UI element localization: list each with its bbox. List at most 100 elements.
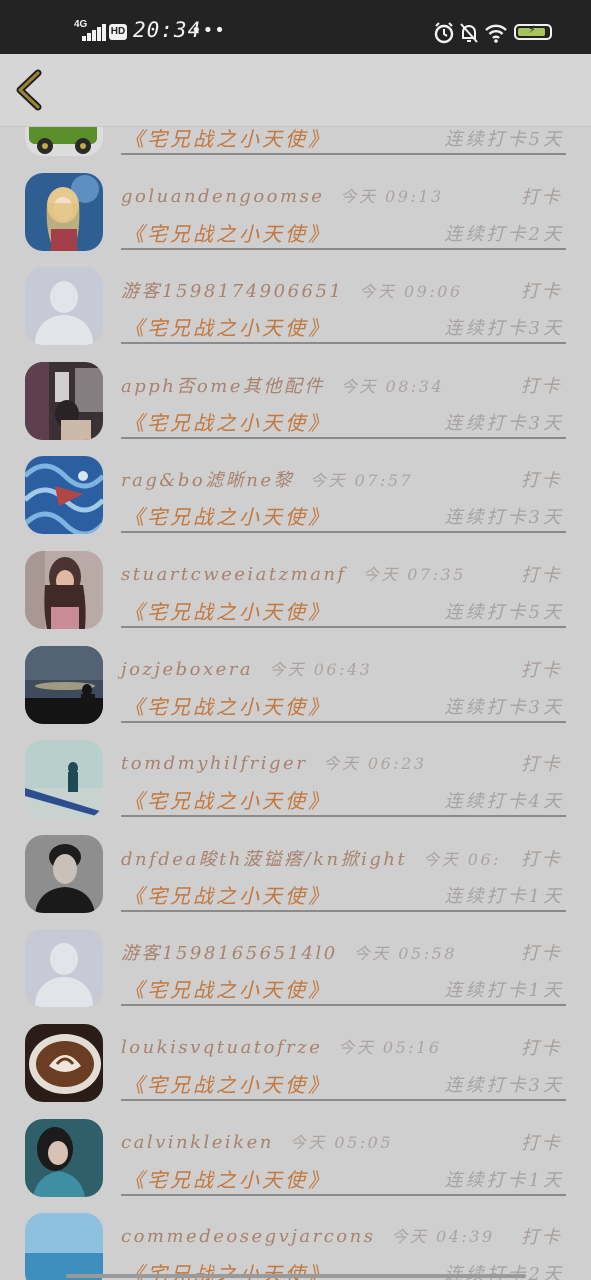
checkin-detail: 《宅兄战之小天使》 连续打卡3天 (121, 405, 566, 439)
network-type: 4G (74, 19, 88, 30)
checkin-time: 今天 07:35 (362, 565, 466, 584)
list-item[interactable]: calvinkleiken 今天 05:05 打卡 《宅兄战之小天使》 连续打卡1… (0, 1109, 591, 1204)
checkin-action: 打卡 (521, 470, 562, 492)
avatar[interactable] (25, 1024, 103, 1102)
avatar[interactable] (25, 1213, 103, 1280)
username[interactable]: calvinkleiken (121, 1132, 274, 1153)
streak-text: 连续打卡1天 (444, 980, 564, 1002)
username[interactable]: commedeosegvjarcons (121, 1226, 375, 1247)
checkin-time: 今天 09:06 (359, 282, 463, 302)
username[interactable]: jozjeboxera (121, 659, 253, 680)
list-item[interactable]: tomdmyhilfriger 今天 06:23 打卡 《宅兄战之小天使》 连续打… (0, 730, 591, 825)
book-title[interactable]: 《宅兄战之小天使》 (124, 407, 331, 436)
checkin-meta: goluandengoomse 今天 09:13 打卡 (121, 183, 566, 211)
book-title[interactable]: 《宅兄战之小天使》 (124, 312, 331, 341)
avatar[interactable] (25, 740, 103, 819)
checkin-meta: apph否ome其他配件 今天 08:34 打卡 (121, 372, 566, 400)
book-title[interactable]: 《宅兄战之小天使》 (124, 1164, 331, 1193)
username[interactable]: tomdmyhilfriger (121, 753, 307, 774)
streak-text: 连续打卡2天 (444, 223, 564, 245)
book-title[interactable]: 《宅兄战之小天使》 (124, 596, 331, 625)
checkin-time: 今天 05:05 (289, 1132, 394, 1152)
checkin-detail: 《宅兄战之小天使》 连续打卡5天 (121, 594, 566, 628)
top-bar (0, 54, 591, 127)
list-item[interactable]: rag&bo滤晰ne黎 今天 07:57 打卡 《宅兄战之小天使》 连续打卡3天 (0, 446, 591, 541)
checkin-detail: 《宅兄战之小天使》 连续打卡3天 (121, 310, 566, 345)
username[interactable]: goluandengoomse (121, 186, 324, 207)
avatar[interactable] (25, 126, 103, 156)
back-button[interactable] (10, 68, 54, 112)
woman-teal-image (25, 1118, 103, 1197)
username[interactable]: 游客1598174906651 (121, 281, 343, 302)
bell-off-icon (460, 23, 478, 43)
username[interactable]: loukisvqtuatofrze (121, 1037, 322, 1058)
list-item[interactable]: 《宅兄战之小天使》 连续打卡5天 (0, 126, 591, 163)
list-item[interactable]: commedeosegvjarcons 今天 04:39 打卡 《宅兄战之小天使》… (0, 1203, 591, 1280)
girl-portrait-image (25, 551, 103, 629)
book-title[interactable]: 《宅兄战之小天使》 (124, 218, 331, 247)
chevron-left-icon (16, 69, 42, 111)
streak-text: 连续打卡1天 (444, 1169, 564, 1191)
avatar[interactable] (25, 834, 103, 913)
anime-girl-image (25, 172, 103, 251)
book-title[interactable]: 《宅兄战之小天使》 (124, 501, 331, 530)
book-title[interactable]: 《宅兄战之小天使》 (124, 785, 331, 814)
avatar[interactable] (25, 361, 103, 440)
avatar[interactable] (25, 1118, 103, 1197)
avatar[interactable] (25, 645, 103, 724)
blue-pattern-image (25, 456, 103, 535)
checkin-list[interactable]: 《宅兄战之小天使》 连续打卡5天 goluandengoomse 今天 09:13… (0, 126, 591, 1280)
streak-text: 连续打卡3天 (444, 507, 564, 529)
checkin-meta: stuartcweeiatzmanf 今天 07:35 打卡 (121, 561, 566, 589)
toy-car-image (25, 126, 103, 156)
street-photo-image (25, 361, 103, 440)
checkin-time: 今天 06:43 (269, 659, 373, 679)
avatar[interactable] (25, 172, 103, 251)
list-item[interactable]: dnfdea睃th菠镒瘩/kn掀ight 今天 06: 打卡 《宅兄战之小天使》 … (0, 825, 591, 920)
avatar[interactable] (25, 456, 103, 535)
avatar[interactable] (25, 551, 103, 629)
username[interactable]: apph否ome其他配件 (121, 376, 325, 397)
username[interactable]: rag&bo滤晰ne黎 (121, 470, 294, 491)
checkin-time: 今天 09:13 (340, 186, 444, 206)
checkin-detail: 《宅兄战之小天使》 连续打卡1天 (121, 878, 566, 912)
list-item[interactable]: apph否ome其他配件 今天 08:34 打卡 《宅兄战之小天使》 连续打卡3天 (0, 352, 591, 447)
checkin-time: 今天 05:58 (353, 944, 457, 964)
checkin-action: 打卡 (521, 186, 562, 208)
checkin-meta: tomdmyhilfriger 今天 06:23 打卡 (121, 750, 566, 778)
checkin-meta: dnfdea睃th菠镒瘩/kn掀ight 今天 06: 打卡 (121, 845, 566, 873)
checkin-detail: 《宅兄战之小天使》 连续打卡2天 (121, 216, 566, 250)
book-title[interactable]: 《宅兄战之小天使》 (124, 880, 331, 909)
home-indicator[interactable] (66, 1274, 526, 1278)
username[interactable]: 游客15981656514l0 (121, 943, 338, 964)
checkin-time: 今天 04:39 (391, 1227, 495, 1247)
checkin-meta: 游客15981656514l0 今天 05:58 打卡 (121, 939, 566, 967)
checkin-time: 今天 08:34 (340, 376, 445, 396)
list-item[interactable]: jozjeboxera 今天 06:43 打卡 《宅兄战之小天使》 连续打卡3天 (0, 636, 591, 731)
checkin-action: 打卡 (521, 281, 562, 303)
checkin-action: 打卡 (521, 848, 562, 870)
checkin-time: 今天 05:16 (338, 1038, 442, 1057)
book-title[interactable]: 《宅兄战之小天使》 (124, 974, 331, 1003)
hd-badge: HD (109, 24, 127, 40)
more-notifications-icon: ••• (191, 20, 226, 41)
list-item[interactable]: 游客1598174906651 今天 09:06 打卡 《宅兄战之小天使》 连续打… (0, 257, 591, 352)
checkin-detail: 《宅兄战之小天使》 连续打卡3天 (121, 499, 566, 534)
book-title[interactable]: 《宅兄战之小天使》 (124, 691, 331, 720)
checkin-time: 今天 06: (423, 849, 502, 869)
checkin-action: 打卡 (521, 659, 562, 681)
default-avatar[interactable] (25, 267, 103, 346)
signal-icon: 4G (74, 19, 106, 41)
list-item[interactable]: stuartcweeiatzmanf 今天 07:35 打卡 《宅兄战之小天使》 … (0, 541, 591, 636)
username[interactable]: stuartcweeiatzmanf (121, 564, 347, 585)
username[interactable]: dnfdea睃th菠镒瘩/kn掀ight (121, 849, 407, 870)
checkin-detail: 《宅兄战之小天使》 连续打卡4天 (121, 783, 566, 818)
book-title[interactable]: 《宅兄战之小天使》 (124, 126, 331, 152)
list-item[interactable]: goluandengoomse 今天 09:13 打卡 《宅兄战之小天使》 连续打… (0, 163, 591, 258)
book-title[interactable]: 《宅兄战之小天使》 (124, 1069, 331, 1098)
list-item[interactable]: 游客15981656514l0 今天 05:58 打卡 《宅兄战之小天使》 连续打… (0, 919, 591, 1014)
list-item[interactable]: loukisvqtuatofrze 今天 05:16 打卡 《宅兄战之小天使》 连… (0, 1014, 591, 1109)
checkin-detail: 《宅兄战之小天使》 连续打卡5天 (121, 126, 566, 155)
checkin-detail: 《宅兄战之小天使》 连续打卡3天 (121, 689, 566, 723)
default-avatar[interactable] (25, 929, 103, 1008)
